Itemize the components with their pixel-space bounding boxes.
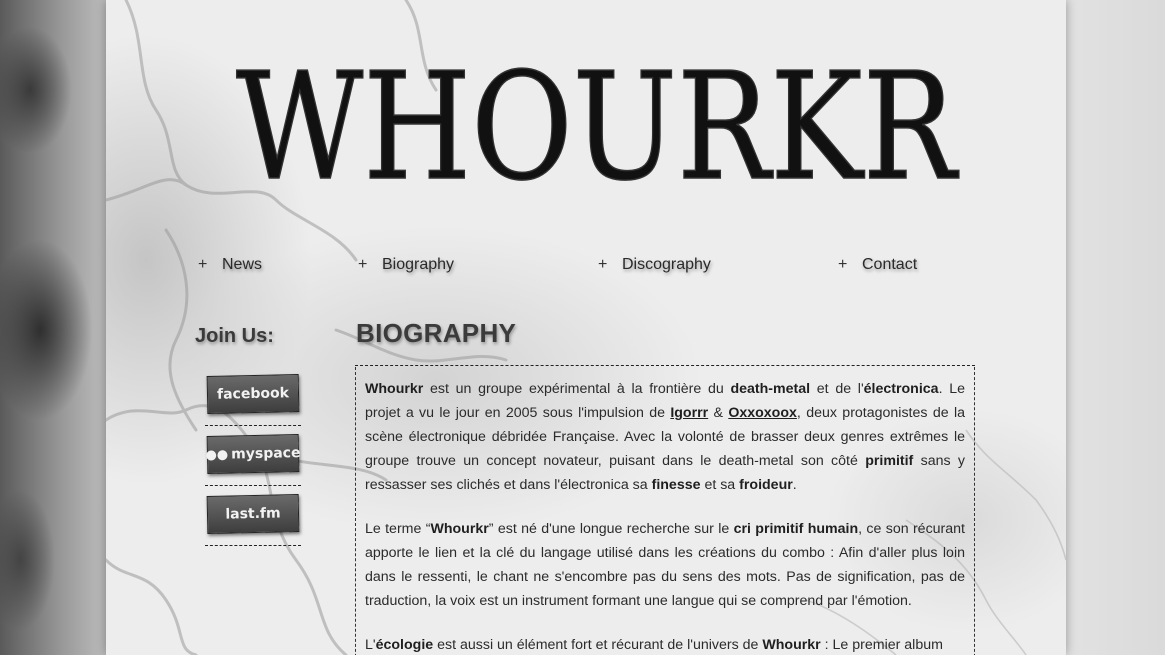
lastfm-icon: last.fm (225, 505, 281, 523)
lastfm-button[interactable]: last.fm (206, 494, 300, 534)
text: & (708, 405, 729, 421)
nav-item-label: Contact (862, 256, 918, 273)
social-item-lastfm: last.fm (205, 485, 301, 546)
nav-item-news[interactable]: + News (198, 252, 262, 278)
text: et de l' (810, 381, 864, 397)
text-strong: cri primitif humain (733, 521, 859, 537)
text: ” est né d'une longue recherche sur le (488, 521, 734, 537)
nav-item-discography[interactable]: + Discography (598, 252, 711, 278)
facebook-button[interactable]: facebook (206, 374, 300, 414)
join-us-title: Join Us: (195, 325, 274, 347)
text-strong: Whourkr (365, 381, 424, 397)
text: : Le premier album (820, 637, 943, 653)
text: . (792, 477, 797, 493)
social-item-myspace: ●● myspace (205, 425, 301, 486)
text-strong: écologie (375, 637, 434, 653)
text-strong: death-metal (730, 381, 811, 397)
page-title: BIOGRAPHY (356, 318, 517, 348)
text: Le terme “ (365, 521, 431, 537)
facebook-icon: facebook (216, 385, 290, 403)
nav-item-label: News (222, 256, 263, 273)
biography-text: Whourkr est un groupe expérimental à la … (365, 377, 965, 655)
myspace-icon: myspace (231, 445, 301, 463)
text: est aussi un élément fort et récurant de… (433, 637, 763, 653)
text-strong: primitif (865, 453, 914, 469)
background-right (1066, 0, 1165, 655)
text-strong: froideur (739, 477, 793, 493)
link-oxxoxoox[interactable]: Oxxoxoox (728, 405, 797, 421)
text: et sa (700, 477, 740, 493)
text: est un groupe expérimental à la frontièr… (423, 381, 731, 397)
text-strong: électronica (863, 381, 939, 397)
social-item-facebook: facebook (205, 365, 301, 426)
paragraph-3: L'écologie est aussi un élément fort et … (365, 633, 965, 655)
text-strong: Whourkr (430, 521, 489, 537)
text: L' (365, 637, 376, 653)
myspace-people-icon: ●● (205, 447, 229, 463)
site-logo[interactable]: WHOURKR (231, 28, 961, 214)
plus-icon: + (198, 256, 208, 273)
plus-icon: + (358, 256, 368, 273)
plus-icon: + (838, 256, 848, 273)
myspace-button[interactable]: ●● myspace (205, 434, 301, 474)
text-strong: finesse (651, 477, 701, 493)
title-divider (355, 365, 975, 366)
page-container: WHOURKR + News + Biography + Discography… (106, 0, 1066, 655)
paragraph-2: Le terme “Whourkr” est né d'une longue r… (365, 517, 965, 613)
link-igorrr[interactable]: Igorrr (670, 405, 708, 421)
nav-item-label: Biography (382, 256, 455, 273)
plus-icon: + (598, 256, 608, 273)
logo-wordmark: WHOURKR (235, 40, 959, 214)
nav-item-contact[interactable]: + Contact (838, 252, 917, 278)
nav-item-label: Discography (622, 256, 711, 273)
text-strong: Whourkr (762, 637, 821, 653)
nav-item-biography[interactable]: + Biography (358, 252, 454, 278)
paragraph-1: Whourkr est un groupe expérimental à la … (365, 377, 965, 497)
svg-text:WHOURKR: WHOURKR (236, 41, 959, 208)
main-nav: + News + Biography + Discography + Conta… (106, 252, 1066, 278)
background-left (0, 0, 106, 655)
